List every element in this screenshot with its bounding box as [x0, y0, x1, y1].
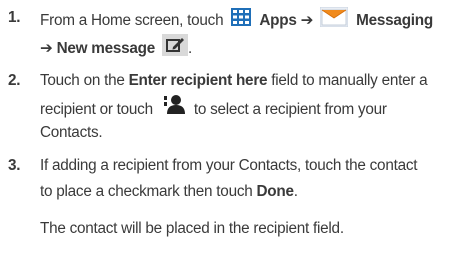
apps-grid-icon: [231, 8, 252, 32]
step-1-number: 1.: [8, 9, 21, 26]
step-3-note-text: The contact will be placed in the recipi…: [40, 220, 344, 237]
step-2-number: 2.: [8, 72, 21, 89]
step-2-text-b: field to manually enter a: [271, 72, 428, 89]
step-2-line-1: Touch on the Enter recipient here field …: [40, 71, 428, 91]
step-2-text-c: recipient or touch: [40, 101, 153, 119]
step-3-line-2: to place a checkmark then touch Done.: [40, 182, 298, 202]
done-label: Done: [256, 183, 294, 200]
step-3-text-b: to place a checkmark then touch: [40, 183, 253, 200]
step-3-period: .: [293, 183, 298, 200]
step-3-number: 3.: [8, 157, 21, 174]
step-3-note: The contact will be placed in the recipi…: [40, 219, 344, 239]
step-1-line-2: ➔ New message .: [40, 34, 193, 58]
step-3-text-a: If adding a recipient from your Contacts…: [40, 157, 418, 174]
step-3-line-1: If adding a recipient from your Contacts…: [40, 156, 417, 176]
step-1-period: .: [188, 40, 193, 58]
step-1-text: From a Home screen, touch: [40, 12, 224, 30]
arrow-2: ➔: [40, 40, 53, 58]
messaging-label: Messaging: [356, 12, 433, 30]
step-1-line-1: From a Home screen, touch Apps ➔ Messagi…: [40, 6, 433, 30]
step-2-line-3: Contacts.: [40, 123, 103, 143]
enter-recipient-label: Enter recipient here: [128, 72, 268, 89]
contact-person-icon: [162, 94, 185, 120]
step-2-text-e: Contacts.: [40, 124, 103, 141]
new-message-label: New message: [56, 40, 156, 58]
apps-label: Apps: [259, 12, 297, 30]
step-2-line-2: recipient or touch to select a recipient…: [40, 94, 387, 120]
compose-icon: [162, 34, 189, 62]
arrow-1: ➔: [300, 12, 314, 30]
messaging-envelope-icon: [319, 6, 349, 33]
step-2-text-a: Touch on the: [40, 72, 125, 89]
step-2-text-d: to select a recipient from your: [193, 101, 387, 119]
